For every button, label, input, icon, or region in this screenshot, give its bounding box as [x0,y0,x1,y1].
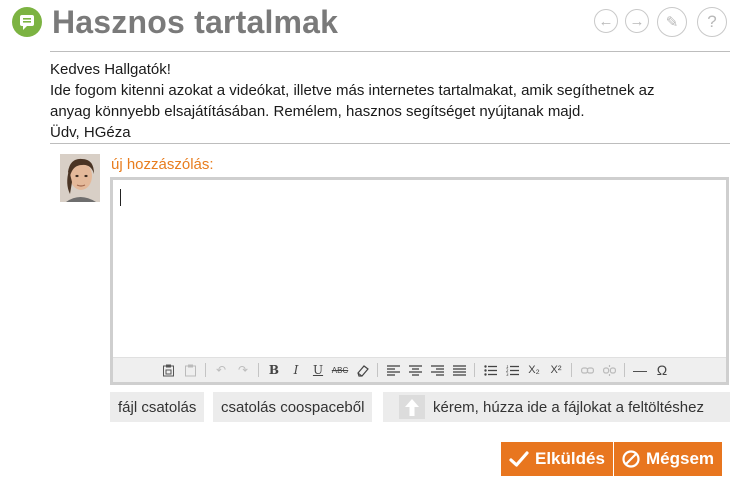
forum-icon [12,7,42,37]
underline-button[interactable]: U [307,360,329,380]
checkmark-icon [509,450,529,468]
cancel-label: Mégsem [646,449,715,468]
toolbar-separator [377,363,378,377]
toolbar-separator [624,363,625,377]
page-header: Hasznos tartalmak ← → ✎ ? [0,0,747,50]
cancel-icon [622,450,640,468]
italic-button[interactable]: I [285,360,307,380]
align-center-icon[interactable] [404,360,426,380]
attach-coospace-button[interactable]: csatolás coospaceből [213,392,373,422]
arrow-right-icon: → [629,12,645,30]
back-button[interactable]: ← [594,9,618,33]
superscript-button[interactable]: X² [545,360,567,380]
undo-icon[interactable]: ↶ [210,360,232,380]
bulleted-list-icon[interactable] [479,360,501,380]
justify-icon[interactable] [448,360,470,380]
horizontal-rule-icon: — [633,362,647,378]
eraser-icon[interactable] [351,360,373,380]
bold-button[interactable]: B [263,360,285,380]
unlink-icon[interactable] [598,360,620,380]
bold-icon: B [268,363,280,377]
page-title: Hasznos tartalmak [52,4,339,40]
special-character-button[interactable]: Ω [651,360,673,380]
strikethrough-button[interactable]: ABC [329,360,351,380]
new-comment-label: új hozzászólás: [111,156,214,173]
post-line: anyag könnyebb elsajátításában. Remélem,… [50,103,585,120]
arrow-left-icon: ← [598,12,614,30]
horizontal-rule-button[interactable]: — [629,360,651,380]
comment-editor[interactable]: ↶ ↷ B I U ABC 123 X₂ X² — Ω [110,177,729,385]
underline-icon: U [312,363,324,377]
send-button[interactable]: Elküldés [501,442,613,476]
attach-file-button[interactable]: fájl csatolás [110,392,205,422]
superscript-icon: X² [550,364,562,376]
align-right-icon[interactable] [426,360,448,380]
file-drop-zone[interactable]: kérem, húzza ide a fájlokat a feltöltésh… [383,392,730,422]
italic-icon: I [293,363,299,377]
comment-textarea[interactable] [113,180,726,358]
subscript-icon: X₂ [528,364,540,376]
post-divider [50,143,730,144]
edit-button[interactable]: ✎ [657,7,687,37]
upload-arrow-icon [399,395,425,419]
subscript-button[interactable]: X₂ [523,360,545,380]
header-divider [50,51,730,52]
align-left-icon[interactable] [382,360,404,380]
svg-text:3: 3 [506,372,509,376]
drop-hint-text: kérem, húzza ide a fájlokat a feltöltésh… [433,398,704,416]
post-line: Kedves Hallgatók! [50,61,171,78]
text-caret [120,189,121,206]
post-line: Üdv, HGéza [50,124,131,141]
post-line: Ide fogom kitenni azokat a videókat, ill… [50,82,655,99]
edit-icon: ✎ [665,14,679,31]
forward-button[interactable]: → [625,9,649,33]
paste-icon[interactable] [157,360,179,380]
toolbar-separator [474,363,475,377]
send-label: Elküldés [535,449,605,468]
avatar [60,154,100,202]
omega-icon: Ω [656,362,668,378]
toolbar-separator [205,363,206,377]
toolbar-separator [571,363,572,377]
help-button[interactable]: ? [697,7,727,37]
editor-toolbar: ↶ ↷ B I U ABC 123 X₂ X² — Ω [113,357,726,382]
paste-from-word-icon[interactable] [179,360,201,380]
numbered-list-icon[interactable]: 123 [501,360,523,380]
post-body: Kedves Hallgatók! Ide fogom kitenni azok… [50,59,730,143]
cancel-button[interactable]: Mégsem [614,442,723,476]
redo-icon[interactable]: ↷ [232,360,254,380]
strikethrough-icon: ABC [331,365,349,375]
toolbar-separator [258,363,259,377]
link-icon[interactable] [576,360,598,380]
help-icon: ? [707,12,717,31]
